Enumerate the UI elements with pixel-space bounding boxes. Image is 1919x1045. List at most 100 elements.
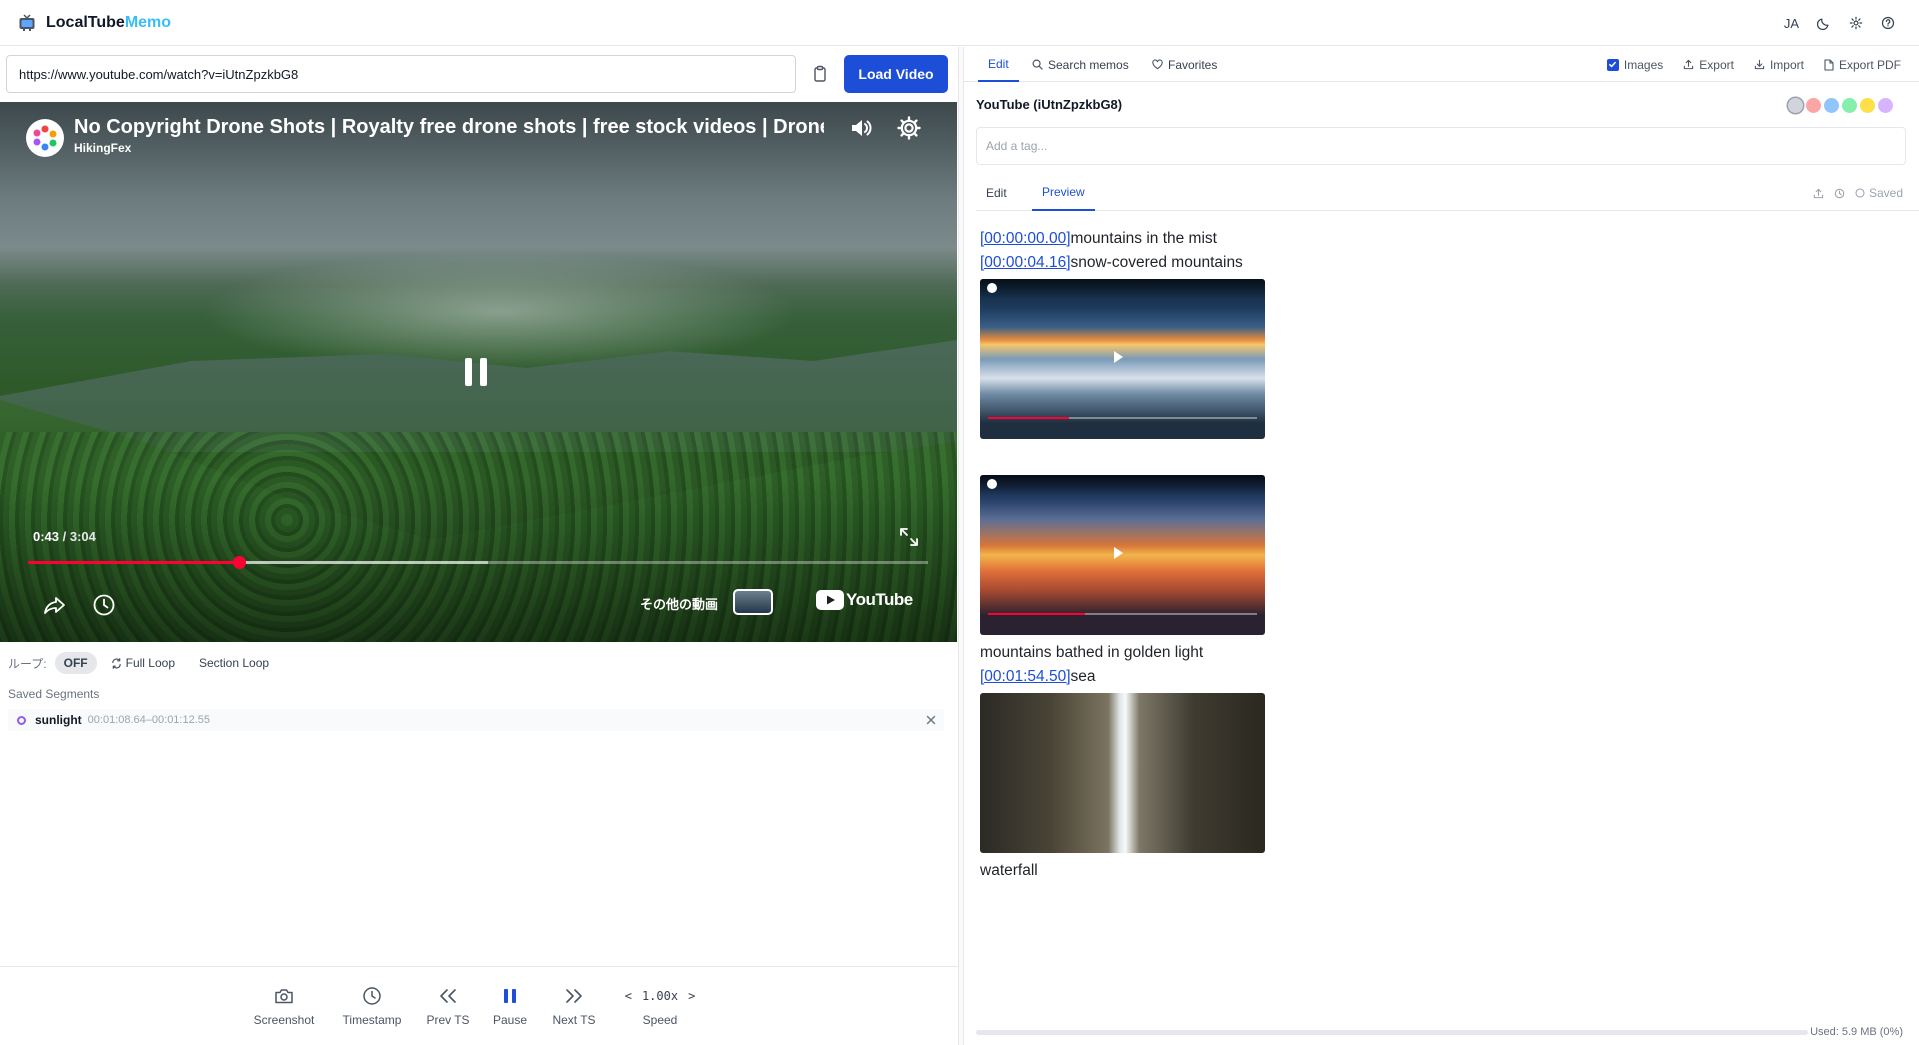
- next-ts-button[interactable]: Next TS: [546, 967, 602, 1027]
- watch-later-icon[interactable]: [91, 592, 117, 618]
- loop-off-toggle[interactable]: OFF: [54, 652, 97, 674]
- chevrons-left-icon: [438, 984, 458, 1008]
- prev-ts-label: Prev TS: [426, 1013, 470, 1027]
- volume-icon[interactable]: [848, 115, 874, 141]
- images-checkbox[interactable]: [1606, 58, 1619, 71]
- memo-text: sea: [1070, 668, 1096, 685]
- pause-overlay-icon[interactable]: [459, 352, 493, 392]
- gear-icon[interactable]: [1849, 16, 1863, 30]
- app-name-main: LocalTube: [46, 13, 125, 31]
- video-title[interactable]: No Copyright Drone Shots | Royalty free …: [74, 116, 824, 139]
- current-time: 0:43: [33, 529, 60, 544]
- clipboard-icon[interactable]: [812, 65, 830, 83]
- images-label: Images: [1623, 57, 1664, 72]
- speed-decrease-button[interactable]: <: [625, 989, 632, 1003]
- more-videos-thumbnail[interactable]: [733, 589, 773, 615]
- timestamp-link[interactable]: [00:01:54.50]: [980, 668, 1071, 685]
- loop-label: ループ:: [8, 656, 47, 671]
- import-label: Import: [1769, 57, 1804, 72]
- subtab-edit[interactable]: Edit: [976, 175, 1017, 211]
- timestamp-link[interactable]: [00:00:00.00]: [980, 230, 1071, 247]
- color-swatch[interactable]: [1878, 98, 1893, 113]
- duration: 3:04: [69, 529, 96, 544]
- moon-icon[interactable]: [1817, 16, 1831, 30]
- upload-note-icon[interactable]: [1813, 188, 1824, 199]
- download-icon: [1754, 59, 1765, 70]
- screenshot-button[interactable]: Screenshot: [254, 967, 314, 1027]
- storage-usage-bar: [976, 1030, 1808, 1035]
- app-name-accent: Memo: [124, 13, 172, 31]
- memo-line: [00:01:54.50]sea: [980, 665, 1880, 689]
- speed-row: < 1.00x >: [625, 984, 696, 1008]
- app-header: LocalTubeMemo JA: [0, 0, 1919, 46]
- history-icon[interactable]: [1834, 188, 1845, 199]
- memo-screenshot-image: [980, 279, 1265, 439]
- tab-search-memos[interactable]: Search memos: [1032, 47, 1129, 82]
- export-pdf-label: Export PDF: [1838, 57, 1901, 72]
- full-loop-button[interactable]: Full Loop: [111, 656, 175, 670]
- memo-tabs: Edit Search memos Favorites Images Expor…: [964, 47, 1919, 82]
- more-videos-label[interactable]: その他の動画: [640, 594, 718, 613]
- youtube-logo[interactable]: YouTube: [816, 590, 913, 610]
- progress-scrubber[interactable]: [232, 556, 246, 569]
- color-swatch[interactable]: [1860, 98, 1875, 113]
- video-progress-bar[interactable]: [28, 556, 928, 569]
- video-settings-icon[interactable]: [896, 115, 922, 141]
- timestamp-button[interactable]: Timestamp: [340, 967, 404, 1027]
- help-icon[interactable]: [1881, 16, 1895, 30]
- tab-edit[interactable]: Edit: [978, 47, 1019, 82]
- video-time: 0:43 / 3:04: [33, 529, 96, 544]
- section-loop-button[interactable]: Section Loop: [199, 656, 269, 670]
- memo-screenshot-image: [980, 693, 1265, 853]
- segment-color-dot: [17, 715, 26, 725]
- prev-ts-button[interactable]: Prev TS: [420, 967, 476, 1027]
- language-toggle[interactable]: JA: [1784, 16, 1799, 31]
- export-label: Export: [1699, 57, 1734, 72]
- share-icon[interactable]: [42, 592, 68, 618]
- color-swatch[interactable]: [1842, 98, 1857, 113]
- tab-favorites-label: Favorites: [1168, 57, 1218, 72]
- export-pdf-button[interactable]: Export PDF: [1824, 58, 1901, 72]
- memo-preview: [00:00:00.00]mountains in the mist [00:0…: [980, 227, 1880, 883]
- memo-line: [00:00:00.00]mountains in the mist: [980, 227, 1880, 251]
- segment-row[interactable]: sunlight 00:01:08.64–00:01:12.55: [8, 709, 944, 731]
- app-name: LocalTubeMemo: [46, 14, 171, 32]
- import-button[interactable]: Import: [1754, 58, 1804, 72]
- camera-icon: [274, 984, 294, 1008]
- color-picker: [1788, 98, 1893, 113]
- heart-icon: [1152, 59, 1163, 70]
- memo-column: Edit Search memos Favorites Images Expor…: [964, 47, 1919, 1045]
- timestamp-label: Timestamp: [342, 1013, 402, 1027]
- speed-increase-button[interactable]: >: [688, 989, 695, 1003]
- video-url-input[interactable]: [6, 55, 796, 93]
- clock-icon: [362, 984, 382, 1008]
- tab-search-label: Search memos: [1048, 57, 1129, 72]
- export-button[interactable]: Export: [1683, 58, 1734, 72]
- tv-logo-icon: [18, 13, 36, 32]
- load-video-button[interactable]: Load Video: [844, 55, 948, 93]
- storage-usage-text: Used: 5.9 MB (0%): [1810, 1026, 1903, 1038]
- tag-input[interactable]: Add a tag...: [976, 127, 1906, 165]
- playback-toolbar: Screenshot Timestamp Prev TS Pause Next …: [0, 966, 958, 1045]
- upload-icon: [1683, 59, 1694, 70]
- saved-circle-icon: [1855, 188, 1865, 198]
- close-icon[interactable]: [924, 713, 938, 727]
- color-swatch[interactable]: [1806, 98, 1821, 113]
- video-player[interactable]: No Copyright Drone Shots | Royalty free …: [0, 102, 957, 642]
- editor-subtabs: Edit Preview Saved: [976, 175, 1919, 211]
- timestamp-link[interactable]: [00:00:04.16]: [980, 254, 1071, 271]
- color-swatch[interactable]: [1824, 98, 1839, 113]
- youtube-wordmark: YouTube: [846, 590, 913, 609]
- memo-line: [00:00:04.16]snow-covered mountains: [980, 251, 1880, 275]
- images-toggle[interactable]: Images: [1606, 57, 1664, 72]
- file-icon: [1824, 58, 1834, 71]
- channel-avatar[interactable]: [26, 119, 64, 157]
- subtab-preview[interactable]: Preview: [1032, 175, 1095, 211]
- memo-text: mountains in the mist: [1070, 230, 1217, 247]
- fullscreen-icon[interactable]: [898, 526, 920, 548]
- video-channel[interactable]: HikingFex: [74, 141, 131, 155]
- tab-favorites[interactable]: Favorites: [1152, 47, 1217, 82]
- color-swatch[interactable]: [1788, 98, 1803, 113]
- pause-button[interactable]: Pause: [490, 967, 530, 1027]
- thumbnail-play-icon: [1114, 547, 1123, 559]
